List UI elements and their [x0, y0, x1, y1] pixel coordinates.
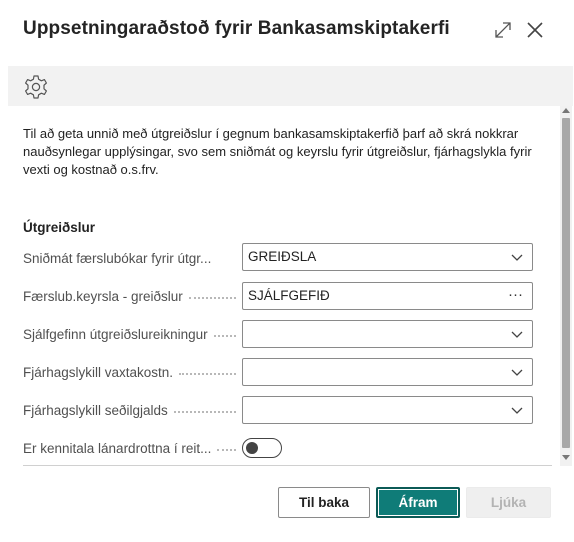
toolbar [8, 66, 573, 106]
footer-divider [23, 465, 552, 466]
label-leader-dots [213, 335, 236, 337]
chevron-down-icon [511, 331, 523, 338]
chevron-down-icon [511, 407, 523, 414]
scroll-down-arrow-icon[interactable] [562, 455, 570, 460]
scroll-up-arrow-icon[interactable] [562, 108, 570, 113]
fee-account-dropdown[interactable] [242, 396, 533, 424]
expand-icon[interactable] [493, 20, 513, 40]
field-label-text: Sniðmát færslubókar fyrir útgr... [23, 250, 212, 266]
next-button[interactable]: Áfram [376, 487, 460, 518]
field-label-text: Færslub.keyrsla - greiðslur [23, 288, 183, 304]
ellipsis-icon[interactable]: ··· [508, 286, 523, 303]
field-label-text: Fjárhagslykill seðilgjalds [23, 402, 168, 418]
finish-button[interactable]: Ljúka [466, 487, 551, 518]
default-account-dropdown[interactable] [242, 320, 533, 348]
vertical-scrollbar[interactable] [560, 106, 572, 466]
chevron-down-icon [511, 369, 523, 376]
intro-text: Til að geta unnið með útgreiðslur í gegn… [23, 126, 532, 177]
label-leader-dots [173, 411, 236, 413]
journal-template-value: GREIÐSLA [248, 249, 317, 264]
toggle-knob [246, 442, 258, 454]
field-label-interest-account: Fjárhagslykill vaxtakostn. [23, 363, 236, 381]
field-label-text: Er kennitala lánardrottna í reit... [23, 440, 212, 456]
label-leader-dots [188, 297, 236, 299]
section-title: Útgreiðslur [23, 220, 96, 235]
back-button[interactable]: Til baka [278, 487, 370, 518]
chevron-down-icon [511, 254, 523, 261]
label-leader-dots [217, 449, 236, 451]
label-leader-dots [179, 373, 236, 375]
field-label-journal-template: Sniðmát færslubókar fyrir útgr... [23, 249, 236, 267]
interest-account-dropdown[interactable] [242, 358, 533, 386]
dialog-title: Uppsetningaraðstoð fyrir Bankasamskiptak… [23, 18, 450, 39]
journal-batch-lookup[interactable]: SJÁLFGEFIÐ ··· [242, 282, 533, 310]
vendor-ssn-toggle[interactable] [242, 438, 282, 458]
field-label-fee-account: Fjárhagslykill seðilgjalds [23, 401, 236, 419]
field-label-vendor-ssn: Er kennitala lánardrottna í reit... [23, 439, 236, 457]
gear-icon[interactable] [23, 74, 49, 100]
scroll-thumb[interactable] [562, 118, 570, 448]
field-label-journal-batch: Færslub.keyrsla - greiðslur [23, 287, 236, 305]
journal-batch-value: SJÁLFGEFIÐ [248, 288, 330, 303]
field-label-default-account: Sjálfgefinn útgreiðslureikningur [23, 325, 236, 343]
field-label-text: Sjálfgefinn útgreiðslureikningur [23, 326, 208, 342]
field-label-text: Fjárhagslykill vaxtakostn. [23, 364, 174, 380]
journal-template-dropdown[interactable]: GREIÐSLA [242, 243, 533, 271]
close-icon[interactable] [525, 20, 545, 40]
